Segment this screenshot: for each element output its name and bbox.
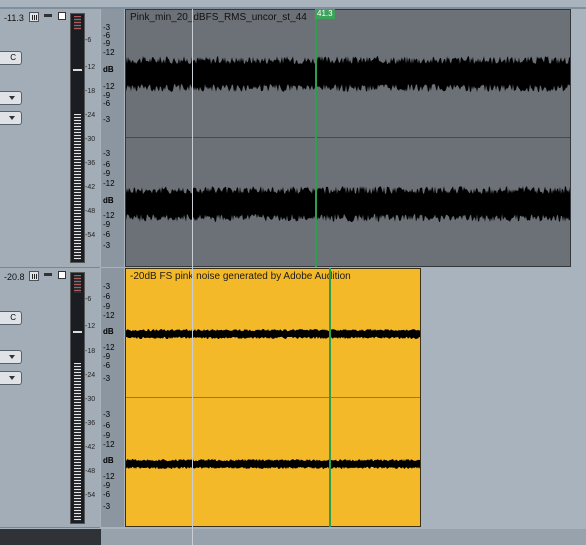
track-2-ruler-label: -12 (103, 311, 115, 320)
track-1-input-dropdown[interactable] (0, 91, 22, 105)
track-2-ruler-label: -9 (103, 352, 111, 361)
track-1-ruler-label: -9 (103, 220, 111, 229)
track-1-meter-label: -54 (85, 232, 96, 239)
track-1-clip-title: Pink_min_20_dBFS_RMS_uncor_st_44 (130, 12, 307, 23)
track-1-level-meter (70, 13, 85, 263)
track-1-meter-label: -12 (85, 64, 96, 71)
track-2-meter-label: -42 (85, 444, 96, 451)
track-2-input-dropdown[interactable] (0, 350, 22, 364)
track-1-maximize-icon[interactable] (58, 12, 66, 20)
track-2-ruler-label: -6 (103, 361, 111, 370)
track-2-meter-label: -30 (85, 396, 96, 403)
track-2-ruler-label: dB (103, 456, 114, 465)
track-2-ruler-label: -9 (103, 431, 111, 440)
track-2-ruler-label: -9 (103, 481, 111, 490)
track-2-header: -20.8 C -6 -12 -18 -24 -30 -36 -42 -48 -… (0, 268, 100, 528)
track-1-ruler-label: -6 (103, 99, 111, 108)
track-1-ruler-label: -12 (103, 179, 115, 188)
track-2-meter-icon[interactable] (29, 271, 39, 281)
track-2-clip[interactable]: -20dB FS pink noise generated by Adobe A… (125, 268, 421, 527)
track-2-ruler-label: -3 (103, 410, 111, 419)
track-2-waveform-right (126, 457, 420, 471)
edit-cursor-line[interactable] (192, 9, 193, 545)
track-1-header: -11.3 C -6 -12 -18 -24 -30 -36 -42 -48 -… (0, 9, 100, 268)
playhead-flag[interactable]: 41.3 (315, 9, 335, 19)
track-2-ruler-label: dB (103, 327, 114, 336)
track-1-ruler-label: -6 (103, 230, 111, 239)
track-2-meter-label: -18 (85, 348, 96, 355)
track-1-meter-label: -36 (85, 160, 96, 167)
track-1-ruler-label: -12 (103, 48, 115, 57)
track-2-ruler-label: -6 (103, 292, 111, 301)
track-1-meter-label: -48 (85, 208, 96, 215)
track-2-ruler-label: -9 (103, 302, 111, 311)
track-1-meter-label: -6 (85, 37, 92, 44)
track-1-ruler-label: -3 (103, 149, 111, 158)
track-2-pan-button[interactable]: C (0, 311, 22, 325)
track-2-ruler-label: -3 (103, 374, 111, 383)
track-2-maximize-icon[interactable] (58, 271, 66, 279)
track-1-meter-icon[interactable] (29, 12, 39, 22)
track-1-ruler-label: -6 (103, 160, 111, 169)
track-2-channel-divider (126, 397, 420, 398)
header-footer (0, 529, 101, 545)
track-1-ruler-label: -9 (103, 39, 111, 48)
track-1-minimize-icon[interactable] (44, 14, 52, 17)
track-1-pan-button[interactable]: C (0, 51, 22, 65)
track-2-ruler-label: -3 (103, 282, 111, 291)
track-1-ruler-label: -3 (103, 241, 111, 250)
track-1-meter-label: -30 (85, 136, 96, 143)
track-1-ruler-label: -12 (103, 82, 115, 91)
track-2-output-dropdown[interactable] (0, 371, 22, 385)
track-2-ruler-label: -6 (103, 490, 111, 499)
track-2-clip-title: -20dB FS pink noise generated by Adobe A… (130, 271, 351, 282)
track-2-meter-label: -12 (85, 323, 96, 330)
track-2-meter-label: -6 (85, 296, 92, 303)
track-1-meter-label: -18 (85, 88, 96, 95)
track-2-volume[interactable]: -20.8 (4, 272, 25, 282)
track-2-ruler-label: -12 (103, 343, 115, 352)
track-1-ruler-label: dB (103, 65, 114, 74)
playhead-line-track-1[interactable] (315, 9, 317, 267)
track-2-minimize-icon[interactable] (44, 273, 52, 276)
edit-cursor-line-footer (192, 529, 193, 545)
track-1-meter-label: -24 (85, 112, 96, 119)
track-2-meter-label: -36 (85, 420, 96, 427)
track-2-level-meter (70, 272, 85, 524)
track-2-ruler-label: -3 (103, 502, 111, 511)
track-1-ruler-label: -3 (103, 115, 111, 124)
track-1-ruler-label: dB (103, 196, 114, 205)
track-1-ruler-label: -12 (103, 211, 115, 220)
track-2-waveform-left (126, 327, 420, 341)
track-2-ruler-label: -6 (103, 421, 111, 430)
track-1-volume[interactable]: -11.3 (4, 13, 24, 23)
track-2-meter-label: -48 (85, 468, 96, 475)
track-1-ruler-label: -9 (103, 169, 111, 178)
track-1-meter-label: -42 (85, 184, 96, 191)
playhead-line-track-2[interactable] (329, 268, 331, 527)
track-2-meter-label: -54 (85, 492, 96, 499)
track-2-ruler-label: -12 (103, 440, 115, 449)
track-2-ruler-label: -12 (103, 472, 115, 481)
track-2-meter-label: -24 (85, 372, 96, 379)
track-1-output-dropdown[interactable] (0, 111, 22, 125)
